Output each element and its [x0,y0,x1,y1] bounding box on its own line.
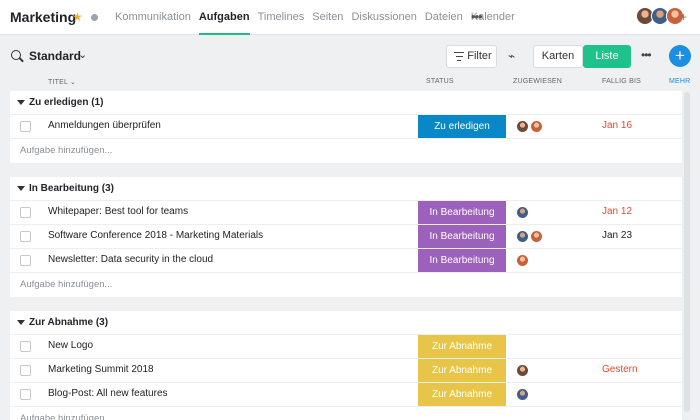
tab-diskussionen[interactable]: Diskussionen [351,0,416,35]
due-date[interactable]: Gestern [602,364,638,375]
top-bar: Marketing ★ Kommunikation Aufgaben Timelin… [0,0,700,35]
task-name[interactable]: Blog-Post: All new features [48,388,168,399]
avatar[interactable] [516,120,529,133]
task-row[interactable]: Newsletter: Data security in the cloud In… [10,249,682,273]
task-name[interactable]: Whitepaper: Best tool for teams [48,206,188,217]
task-name[interactable]: New Logo [48,340,93,351]
karten-button[interactable]: Karten [533,45,583,68]
assignees[interactable] [516,388,530,401]
add-task-link[interactable]: Aufgabe hinzufügen... [10,407,682,420]
task-row[interactable]: New Logo Zur Abnahme [10,335,682,359]
section-header[interactable]: Zur Abnahme (3) [10,311,682,335]
project-title[interactable]: Marketing [10,9,76,25]
section-title: Zu erledigen (1) [29,97,104,108]
status-badge[interactable]: Zur Abnahme [418,335,506,358]
tab-dateien[interactable]: Dateien [425,0,463,35]
tab-seiten[interactable]: Seiten [312,0,343,35]
section-header[interactable]: In Bearbeitung (3) [10,177,682,201]
tab-aufgaben[interactable]: Aufgaben [198,0,250,35]
filter-icon [454,52,464,63]
chevron-down-icon[interactable]: ⌄ [78,48,87,61]
caret-down-icon[interactable] [17,320,25,325]
avatar[interactable] [516,206,529,219]
caret-down-icon[interactable] [17,100,25,105]
task-name[interactable]: Software Conference 2018 - Marketing Mat… [48,230,263,241]
assignees[interactable] [516,230,544,243]
avatar[interactable] [530,120,543,133]
status-badge[interactable]: In Bearbeitung [418,249,506,272]
task-row[interactable]: Marketing Summit 2018 Zur Abnahme Gestern [10,359,682,383]
assignees[interactable] [516,254,530,267]
tab-timelines[interactable]: Timelines [258,0,305,35]
due-date[interactable]: Jan 16 [602,120,632,131]
section-header[interactable]: Zu erledigen (1) [10,91,682,115]
due-date[interactable]: Jan 12 [602,206,632,217]
column-header-titel[interactable]: TITEL ⌄ [48,78,76,86]
filter-button[interactable]: Filter [446,45,497,68]
task-name[interactable]: Anmeldungen überprüfen [48,120,161,131]
column-header-mehr[interactable]: MEHR [669,78,690,85]
assignees[interactable] [516,206,530,219]
task-row[interactable]: Whitepaper: Best tool for teams In Bearbe… [10,201,682,225]
status-badge[interactable]: In Bearbeitung [418,225,506,248]
avatar[interactable] [530,230,543,243]
more-options-icon[interactable]: ••• [641,48,652,62]
task-checkbox[interactable] [20,231,31,242]
status-badge[interactable]: Zur Abnahme [418,383,506,406]
task-checkbox[interactable] [20,341,31,352]
activity-icon[interactable]: ⌁ [508,49,515,63]
tab-kommunikation[interactable]: Kommunikation [115,0,191,35]
column-header-zugewiesen[interactable]: ZUGEWIESEN [513,78,562,85]
add-task-link[interactable]: Aufgabe hinzufügen... [10,273,682,297]
add-task-button[interactable]: + [669,45,691,67]
task-section: Zu erledigen (1) Anmeldungen überprüfen Zu… [10,91,682,163]
search-icon[interactable] [11,50,21,60]
task-row[interactable]: Blog-Post: All new features Zur Abnahme [10,383,682,407]
assignees[interactable] [516,120,544,133]
star-icon[interactable]: ★ [72,10,83,24]
assignees[interactable] [516,364,530,377]
task-section: In Bearbeitung (3) Whitepaper: Best tool … [10,177,682,297]
section-title: Zur Abnahme (3) [29,317,109,328]
status-dot-icon[interactable] [91,14,98,21]
section-title: In Bearbeitung (3) [29,183,115,194]
task-checkbox[interactable] [20,207,31,218]
task-checkbox[interactable] [20,255,31,266]
task-checkbox[interactable] [20,365,31,376]
task-section: Zur Abnahme (3) New Logo Zur Abnahme Market… [10,311,682,420]
task-name[interactable]: Marketing Summit 2018 [48,364,154,375]
task-row[interactable]: Anmeldungen überprüfen Zu erledigen Jan 16 [10,115,682,139]
add-task-link[interactable]: Aufgabe hinzufügen... [10,139,682,163]
caret-down-icon[interactable] [17,186,25,191]
task-checkbox[interactable] [20,121,31,132]
column-header-status[interactable]: STATUS [426,78,454,85]
task-checkbox[interactable] [20,389,31,400]
avatar[interactable] [516,254,529,267]
column-header-label: TITEL [48,79,68,86]
more-horizontal-icon[interactable]: ••• [471,9,483,24]
add-member-button[interactable]: + [680,10,687,24]
column-header-fallig[interactable]: FALLIG BIS [602,78,641,85]
task-row[interactable]: Software Conference 2018 - Marketing Mat… [10,225,682,249]
view-title[interactable]: Standard [29,49,81,63]
scrollbar[interactable] [684,92,690,412]
status-badge[interactable]: Zur Abnahme [418,359,506,382]
project-members[interactable] [636,7,684,25]
liste-button[interactable]: Liste [583,45,631,68]
avatar[interactable] [516,230,529,243]
project-nav: Kommunikation Aufgaben Timelines Seiten Disk… [115,0,523,35]
status-badge[interactable]: In Bearbeitung [418,201,506,224]
due-date[interactable]: Jan 23 [602,230,632,241]
filter-label: Filter [467,50,492,62]
avatar[interactable] [516,364,529,377]
task-name[interactable]: Newsletter: Data security in the cloud [48,254,213,265]
status-badge[interactable]: Zu erledigen [418,115,506,138]
toolbar: Standard ⌄ Filter ⌁ Karten Liste ••• + [0,36,700,76]
avatar[interactable] [516,388,529,401]
